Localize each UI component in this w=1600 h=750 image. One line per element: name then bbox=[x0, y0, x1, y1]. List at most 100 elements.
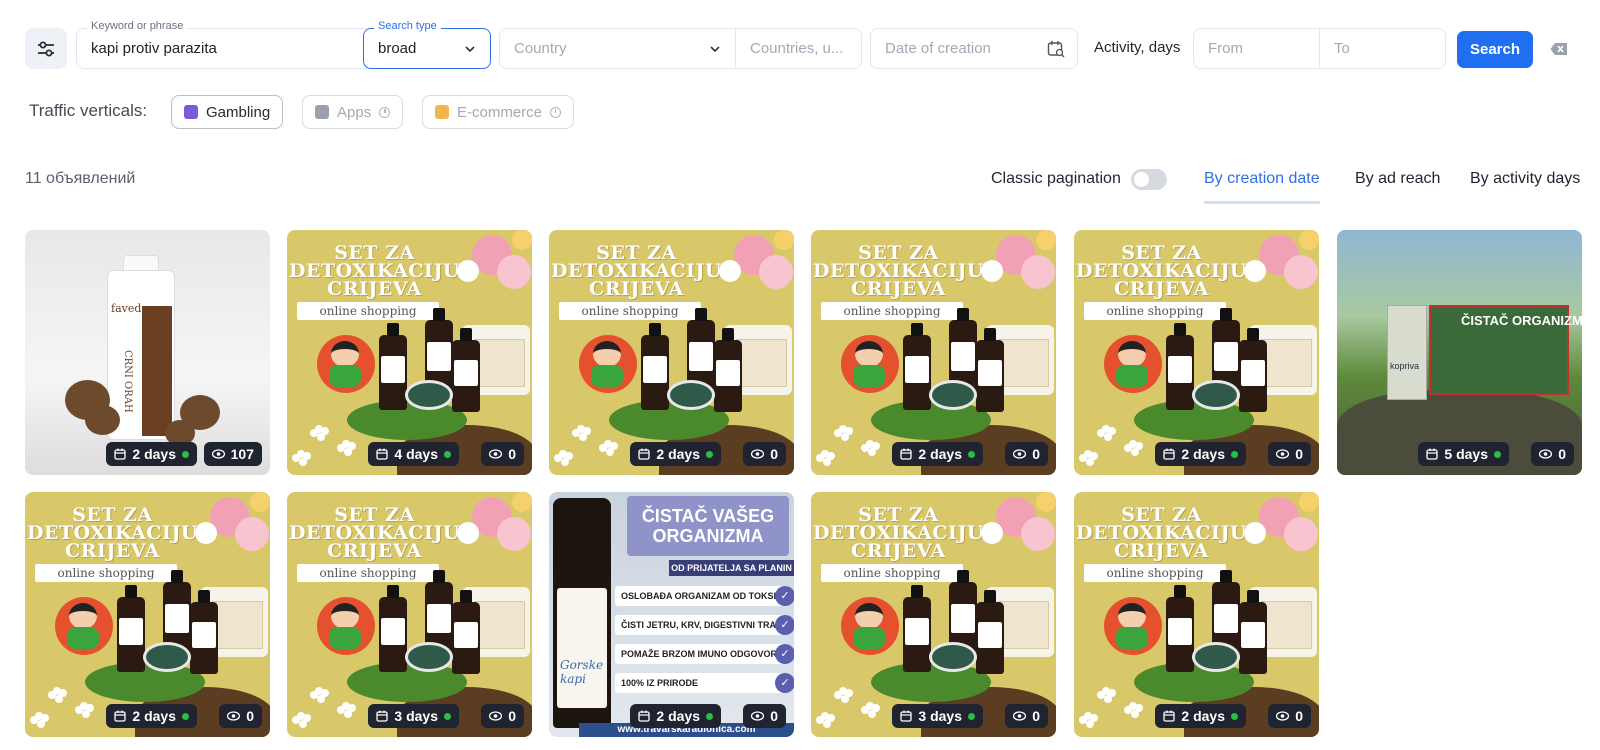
ad-card[interactable]: SET ZA DETOXIKACIJU CRIJEVA online shopping… bbox=[287, 492, 532, 737]
sick-child-illustration bbox=[317, 335, 375, 393]
grass-decoration bbox=[347, 662, 467, 702]
tincture-bottle bbox=[1166, 323, 1194, 410]
eye-icon bbox=[227, 711, 241, 721]
creative-tag: online shopping bbox=[297, 564, 439, 582]
bottle-label bbox=[978, 622, 1002, 649]
child-shirt bbox=[329, 627, 361, 649]
ad-card[interactable]: Gorske kapi ČISTAČ VAŠEG ORGANIZMA OD PRIJA… bbox=[549, 492, 794, 737]
creative-title-line: CRIJEVA bbox=[851, 540, 946, 562]
sick-child-illustration bbox=[317, 597, 375, 655]
daisy-decoration bbox=[297, 450, 305, 458]
creative-headline: ČISTAČ VAŠEG ORGANIZMA bbox=[627, 496, 789, 556]
grass-decoration bbox=[871, 662, 991, 702]
ointment-tin bbox=[143, 642, 191, 672]
views-badge: 0 bbox=[743, 704, 786, 728]
ad-card[interactable]: SET ZA DETOXIKACIJU CRIJEVA online shopping… bbox=[1074, 230, 1319, 475]
benefit-item: OSLOBAĐA ORGANIZAM OD TOKSINA ✓ bbox=[615, 586, 794, 606]
product-name: CRNI ORAH bbox=[122, 350, 133, 413]
grass-decoration bbox=[1134, 400, 1254, 440]
active-status-dot bbox=[706, 450, 713, 458]
search-type-select[interactable]: Search type broad bbox=[363, 20, 491, 69]
active-days-badge: 2 days bbox=[106, 442, 197, 466]
ad-card[interactable]: SET ZA DETOXIKACIJU CRIJEVA online shopping… bbox=[549, 230, 794, 475]
benefit-text: OSLOBAĐA ORGANIZAM OD TOKSINA bbox=[621, 591, 789, 601]
active-days-value: 2 days bbox=[132, 446, 176, 462]
creative-title-line: CRIJEVA bbox=[327, 540, 422, 562]
jar-label bbox=[998, 601, 1049, 649]
ad-card[interactable]: kopriva ČISTAČ ORGANIZMA 5 days 0 bbox=[1337, 230, 1582, 475]
filters-toggle-button[interactable] bbox=[25, 28, 67, 69]
product-brand: faveda. bbox=[111, 302, 152, 315]
bottle-label: Gorske kapi bbox=[557, 588, 607, 708]
creative-title-line: CRIJEVA bbox=[589, 278, 684, 300]
ad-card[interactable]: faveda. CRNI ORAH 2 days 107 bbox=[25, 230, 270, 475]
clock-icon bbox=[550, 106, 562, 118]
flower-decoration bbox=[1036, 230, 1056, 250]
ointment-tin bbox=[929, 642, 977, 672]
flower-decoration bbox=[1299, 230, 1319, 250]
daisy-decoration bbox=[342, 702, 350, 710]
sort-by-ad-reach[interactable]: By ad reach bbox=[1355, 170, 1440, 188]
activity-from-input[interactable]: From bbox=[1193, 28, 1320, 69]
to-placeholder: To bbox=[1334, 40, 1350, 57]
ad-card[interactable]: SET ZA DETOXIKACIJU CRIJEVA online shopping… bbox=[25, 492, 270, 737]
search-button[interactable]: Search bbox=[1457, 31, 1533, 68]
ointment-tin bbox=[667, 380, 715, 410]
eye-icon bbox=[1276, 449, 1290, 459]
ad-creative-image: SET ZA DETOXIKACIJU CRIJEVA online shopping bbox=[1074, 230, 1319, 475]
bottle-label bbox=[905, 618, 929, 645]
sort-by-creation-date[interactable]: By creation date bbox=[1204, 170, 1320, 188]
sort-by-activity-days[interactable]: By activity days bbox=[1470, 170, 1580, 188]
views-value: 0 bbox=[246, 708, 254, 724]
date-placeholder: Date of creation bbox=[885, 40, 991, 57]
creative-title-line: CRIJEVA bbox=[851, 278, 946, 300]
countries-input[interactable]: Countries, u... bbox=[735, 28, 862, 69]
product-bottle: Gorske kapi bbox=[553, 498, 611, 728]
apps-icon bbox=[315, 105, 329, 119]
results-count: 11 объявлений bbox=[25, 170, 136, 187]
grass-decoration bbox=[871, 400, 991, 440]
sick-child-illustration bbox=[1104, 335, 1162, 393]
clear-filters-button[interactable] bbox=[1549, 39, 1569, 59]
child-face bbox=[855, 603, 883, 629]
ad-card[interactable]: SET ZA DETOXIKACIJU CRIJEVA online shopping… bbox=[1074, 492, 1319, 737]
active-days-value: 4 days bbox=[394, 446, 438, 462]
child-shirt bbox=[1116, 365, 1148, 387]
product-brand: kopriva bbox=[1390, 361, 1420, 371]
active-days-value: 2 days bbox=[1181, 446, 1225, 462]
flower-decoration bbox=[457, 522, 479, 544]
ad-card[interactable]: SET ZA DETOXIKACIJU CRIJEVA online shopping… bbox=[811, 230, 1056, 475]
active-status-dot bbox=[1494, 450, 1501, 458]
country-select[interactable]: Country bbox=[499, 28, 736, 69]
classic-pagination-label: Classic pagination bbox=[991, 170, 1121, 187]
calendar-search-icon bbox=[1047, 41, 1065, 58]
gambling-icon bbox=[184, 105, 198, 119]
check-icon: ✓ bbox=[775, 586, 794, 606]
daisy-decoration bbox=[1084, 712, 1092, 720]
ad-card[interactable]: SET ZA DETOXIKACIJU CRIJEVA online shopping… bbox=[287, 230, 532, 475]
jar-label bbox=[474, 601, 525, 649]
benefit-item: 100% IZ PRIRODE ✓ bbox=[615, 673, 794, 693]
bottle-label bbox=[689, 342, 713, 372]
child-shirt bbox=[67, 627, 99, 649]
tincture-bottle bbox=[190, 590, 218, 674]
vertical-chip-apps[interactable]: Apps bbox=[302, 95, 404, 129]
ad-creative-image: SET ZA DETOXIKACIJU CRIJEVA online shopping bbox=[811, 230, 1056, 475]
ointment-tin bbox=[405, 642, 453, 672]
classic-pagination-toggle[interactable] bbox=[1131, 169, 1167, 190]
views-badge: 107 bbox=[203, 442, 262, 466]
countries-placeholder: Countries, u... bbox=[750, 40, 844, 57]
vertical-chip-gambling[interactable]: Gambling bbox=[171, 95, 284, 129]
ad-card[interactable]: SET ZA DETOXIKACIJU CRIJEVA online shopping… bbox=[811, 492, 1056, 737]
benefit-text: POMAŽE BRZOM IMUNO ODGOVORU bbox=[621, 649, 784, 659]
eye-icon bbox=[1013, 711, 1027, 721]
activity-to-input[interactable]: To bbox=[1319, 28, 1446, 69]
active-days-value: 2 days bbox=[1181, 708, 1225, 724]
daisy-decoration bbox=[559, 450, 567, 458]
daisy-decoration bbox=[1084, 450, 1092, 458]
vertical-chip-ecommerce[interactable]: E-commerce bbox=[422, 95, 575, 129]
creative-tag: online shopping bbox=[559, 302, 701, 320]
benefit-text: ČISTI JETRU, KRV, DIGESTIVNI TRAKT bbox=[621, 620, 789, 630]
keyword-input[interactable]: Keyword or phrase kapi protiv parazita bbox=[76, 20, 367, 69]
date-of-creation-input[interactable]: Date of creation bbox=[870, 28, 1078, 69]
